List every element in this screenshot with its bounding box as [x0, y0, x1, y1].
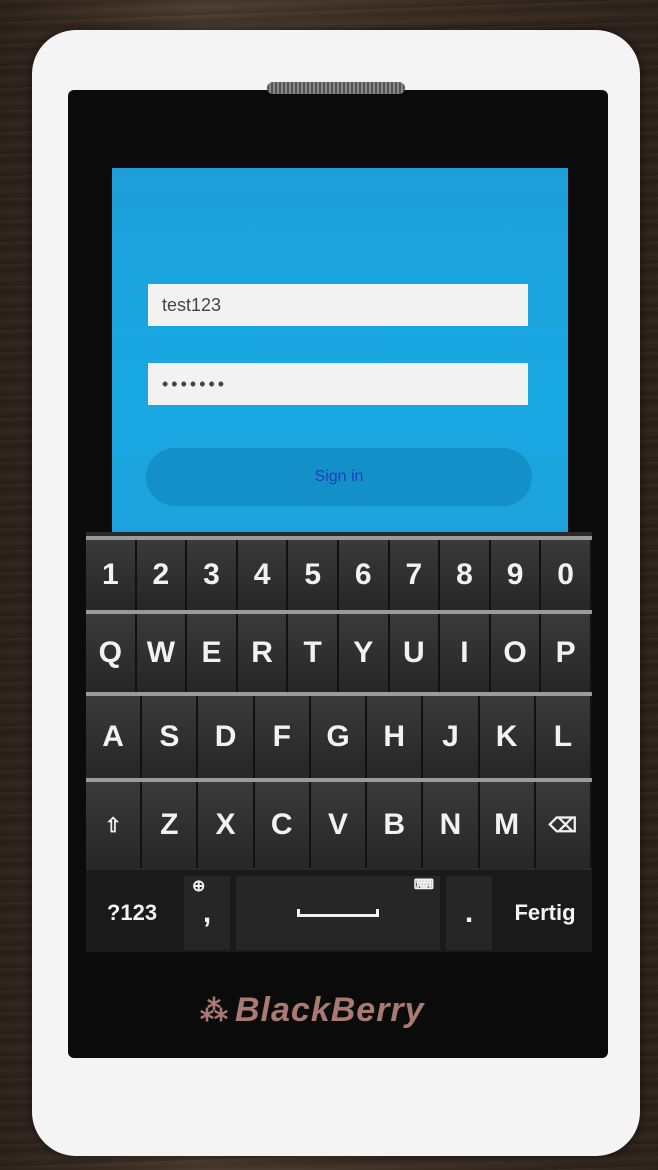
key-m[interactable]: M	[479, 782, 536, 868]
backspace-key[interactable]: ⌫	[535, 782, 592, 868]
username-field[interactable]: test123	[148, 284, 528, 326]
key-e[interactable]: E	[187, 614, 238, 692]
key-z[interactable]: Z	[142, 782, 199, 868]
key-g[interactable]: G	[310, 696, 368, 778]
login-screen: test123 ••••••• Sign in	[112, 168, 568, 540]
space-key[interactable]: ⌨	[236, 876, 440, 950]
key-r[interactable]: R	[237, 614, 289, 692]
period-key-label: .	[464, 896, 474, 929]
done-key-label: Fertig	[514, 900, 576, 925]
key-h[interactable]: H	[367, 696, 424, 778]
symbols-key[interactable]: ?123	[86, 876, 178, 950]
key-c[interactable]: C	[254, 782, 311, 868]
sign-in-button[interactable]: Sign in	[146, 448, 532, 506]
zxcv-row: ⇧ Z X C V B N M ⌫	[86, 778, 592, 868]
key-l[interactable]: L	[535, 696, 592, 778]
symbols-key-label: ?123	[106, 900, 158, 925]
key-2[interactable]: 2	[136, 540, 188, 610]
key-9[interactable]: 9	[490, 540, 542, 610]
key-b[interactable]: B	[367, 782, 424, 868]
key-1[interactable]: 1	[86, 540, 137, 610]
blackberry-wordmark: BlackBerry	[235, 990, 425, 1029]
key-k[interactable]: K	[479, 696, 536, 778]
key-4[interactable]: 4	[237, 540, 289, 610]
key-5[interactable]: 5	[288, 540, 339, 610]
key-p[interactable]: P	[541, 614, 592, 692]
password-field[interactable]: •••••••	[148, 363, 528, 405]
period-key[interactable]: .	[446, 876, 492, 950]
key-x[interactable]: X	[198, 782, 255, 868]
key-f[interactable]: F	[254, 696, 311, 778]
key-d[interactable]: D	[198, 696, 255, 778]
key-n[interactable]: N	[423, 782, 480, 868]
shift-key[interactable]: ⇧	[86, 782, 143, 868]
key-t[interactable]: T	[288, 614, 339, 692]
key-6[interactable]: 6	[338, 540, 390, 610]
key-y[interactable]: Y	[338, 614, 390, 692]
keyboard-switch-icon: ⌨	[413, 876, 434, 892]
username-value: test123	[162, 294, 222, 315]
key-0[interactable]: 0	[541, 540, 592, 610]
key-8[interactable]: 8	[440, 540, 491, 610]
keyboard-bottom-row: ?123 ⊕ , ⌨ . Fertig	[86, 870, 592, 952]
key-a[interactable]: A	[86, 696, 143, 778]
blackberry-mark-icon: ⁂	[200, 994, 229, 1026]
key-3[interactable]: 3	[187, 540, 238, 610]
password-value: •••••••	[162, 373, 228, 394]
number-row: 1 2 3 4 5 6 7 8 9 0	[86, 536, 592, 610]
key-w[interactable]: W	[136, 614, 188, 692]
done-key[interactable]: Fertig	[498, 876, 592, 950]
asdf-row: A S D F G H J K L	[86, 692, 592, 778]
key-u[interactable]: U	[389, 614, 441, 692]
key-v[interactable]: V	[310, 782, 368, 868]
key-j[interactable]: J	[423, 696, 480, 778]
space-bar-icon	[297, 909, 379, 917]
blackberry-logo: ⁂ BlackBerry	[200, 985, 470, 1035]
key-s[interactable]: S	[142, 696, 199, 778]
key-i[interactable]: I	[440, 614, 491, 692]
comma-key-label: ,	[202, 896, 212, 929]
qwerty-row: Q W E R T Y U I O P	[86, 610, 592, 692]
sign-in-label: Sign in	[314, 468, 364, 485]
comma-key[interactable]: ⊕ ,	[184, 876, 230, 950]
key-o[interactable]: O	[490, 614, 542, 692]
globe-icon: ⊕	[192, 878, 206, 895]
key-q[interactable]: Q	[86, 614, 137, 692]
key-7[interactable]: 7	[389, 540, 441, 610]
earpiece-speaker	[267, 82, 405, 94]
virtual-keyboard: 1 2 3 4 5 6 7 8 9 0 Q W E R T Y U I O P …	[86, 532, 592, 952]
